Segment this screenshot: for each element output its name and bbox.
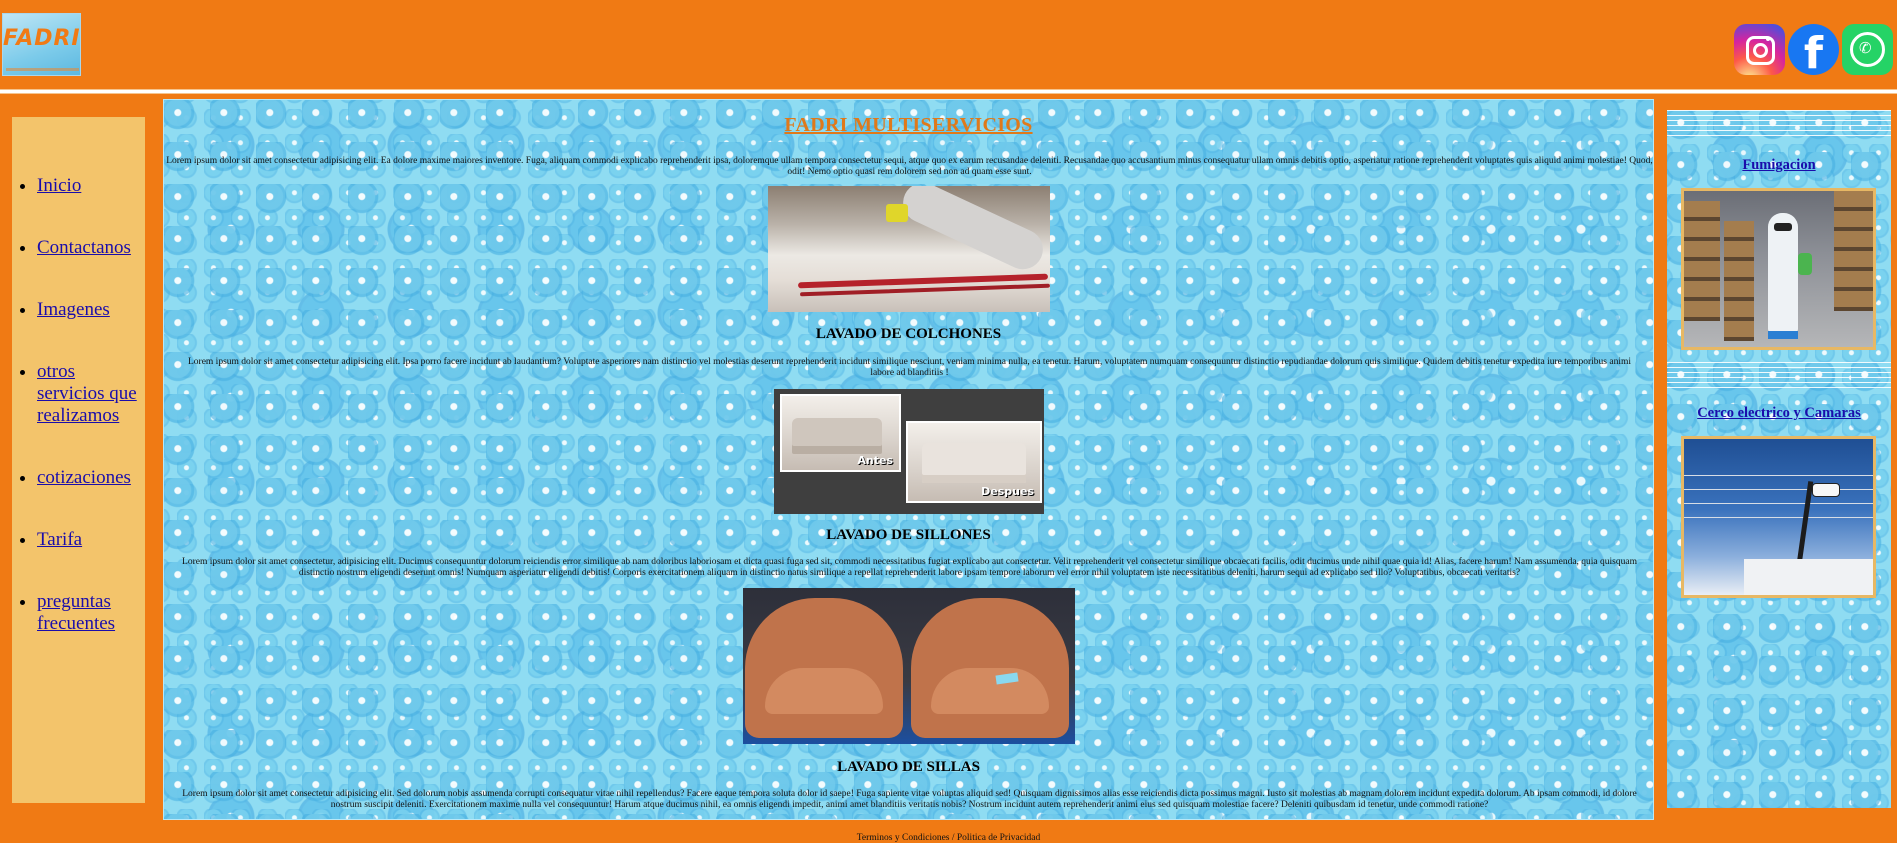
header-divider [0, 89, 1897, 94]
photo-boots-shape [1768, 331, 1798, 339]
right-sidebar: Fumigacion Cerco electrico y Camaras [1667, 110, 1891, 808]
before-label: Antes [857, 454, 893, 467]
photo-shelf-shape [1684, 201, 1720, 321]
nav-item-contactanos: Contactanos [37, 237, 141, 259]
sofa-cleaning-photo: Antes Despues [774, 389, 1044, 514]
photo-shelf-shape [1724, 221, 1754, 341]
photo-arm-shape [896, 186, 1050, 276]
service-text-sillones: Lorem ipsum dolor sit amet consectetur, … [182, 557, 1637, 578]
service-text-colchones: Lorem ipsum dolor sit amet consectetur a… [187, 357, 1632, 378]
nav-link-tarifa[interactable]: Tarifa [37, 529, 82, 550]
footer-links[interactable]: Terminos y Condiciones / Politica de Pri… [0, 833, 1897, 843]
nav-item-preguntas-frecuentes: preguntas frecuentes [37, 591, 141, 635]
whatsapp-phone-glyph: ✆ [1859, 39, 1872, 57]
right-sidebar-stripes-top [1667, 110, 1891, 140]
instagram-icon[interactable] [1734, 24, 1785, 75]
page-title: FADRI MULTISERVICIOS [784, 114, 1033, 136]
photo-shelf-shape [1834, 191, 1873, 311]
nav-link-imagenes[interactable]: Imagenes [37, 299, 110, 320]
nav-link-preguntas-frecuentes[interactable]: preguntas frecuentes [37, 591, 115, 634]
chair-left-shape [745, 598, 903, 738]
photo-sprayer-shape [1798, 253, 1812, 275]
nav-list: Inicio Contactanos Imagenes otros servic… [12, 175, 141, 675]
sofa-after-photo: Despues [906, 421, 1042, 503]
main-content: FADRI MULTISERVICIOS Lorem ipsum dolor s… [163, 99, 1654, 820]
photo-vacuum-tool-shape [886, 204, 908, 222]
nav-link-otros-servicios[interactable]: otros servicios que realizamos [37, 361, 137, 426]
service-title-sillones: LAVADO DE SILLONES [826, 527, 991, 543]
nav-link-contactanos[interactable]: Contactanos [37, 237, 131, 258]
mattress-cleaning-photo [768, 186, 1050, 312]
service-title-colchones: LAVADO DE COLCHONES [815, 326, 1002, 342]
chair-seat-shape [931, 668, 1049, 714]
instagram-lens [1753, 43, 1768, 58]
photo-mask-shape [1774, 223, 1792, 231]
whatsapp-icon[interactable]: ✆ [1842, 24, 1893, 75]
link-cerco-electrico[interactable]: Cerco electrico y Camaras [1667, 405, 1891, 422]
chair-right-shape [911, 598, 1069, 738]
photo-wire-shape [1684, 503, 1873, 504]
electric-fence-camera-photo[interactable] [1681, 436, 1876, 598]
main-inner: FADRI MULTISERVICIOS Lorem ipsum dolor s… [164, 100, 1653, 819]
nav-link-inicio[interactable]: Inicio [37, 175, 81, 196]
fadri-logo[interactable]: FADRI [2, 13, 81, 76]
after-label: Despues [981, 485, 1034, 498]
facebook-f-glyph: f [1803, 28, 1824, 75]
photo-wire-shape [1684, 489, 1873, 490]
fumigation-photo[interactable] [1681, 188, 1876, 350]
logo-text: FADRI [3, 26, 81, 51]
chair-seat-shape [765, 668, 883, 714]
chair-cleaning-photo [743, 588, 1075, 744]
logo-tagline-decoration [6, 68, 79, 71]
site-header: FADRI f ✆ [0, 3, 1897, 86]
photo-worker-shape [1768, 213, 1812, 333]
nav-item-tarifa: Tarifa [37, 529, 141, 551]
facebook-icon[interactable]: f [1788, 24, 1839, 75]
nav-item-otros-servicios: otros servicios que realizamos [37, 361, 141, 427]
photo-camera-shape [1812, 483, 1840, 497]
instagram-dot [1766, 37, 1770, 41]
photo-wall-shape [1744, 559, 1873, 595]
nav-link-cotizaciones[interactable]: cotizaciones [37, 467, 131, 488]
photo-wire-shape [1684, 517, 1873, 518]
nav-item-imagenes: Imagenes [37, 299, 141, 321]
sofa-shape-before [792, 418, 882, 454]
nav-item-cotizaciones: cotizaciones [37, 467, 141, 489]
right-sidebar-stripes-mid [1667, 362, 1891, 392]
service-text-sillas: Lorem ipsum dolor sit amet consectetur a… [182, 789, 1637, 810]
nav-item-inicio: Inicio [37, 175, 141, 197]
photo-pole-shape [1795, 481, 1814, 571]
photo-wire-shape [1684, 475, 1873, 476]
service-title-sillas: LAVADO DE SILLAS [837, 759, 980, 775]
intro-paragraph: Lorem ipsum dolor sit amet consectetur a… [166, 156, 1653, 177]
left-sidebar-nav: Inicio Contactanos Imagenes otros servic… [12, 117, 145, 803]
sofa-before-photo: Antes [780, 394, 901, 472]
sofa-shape-after [922, 443, 1026, 483]
link-fumigacion[interactable]: Fumigacion [1667, 157, 1891, 174]
